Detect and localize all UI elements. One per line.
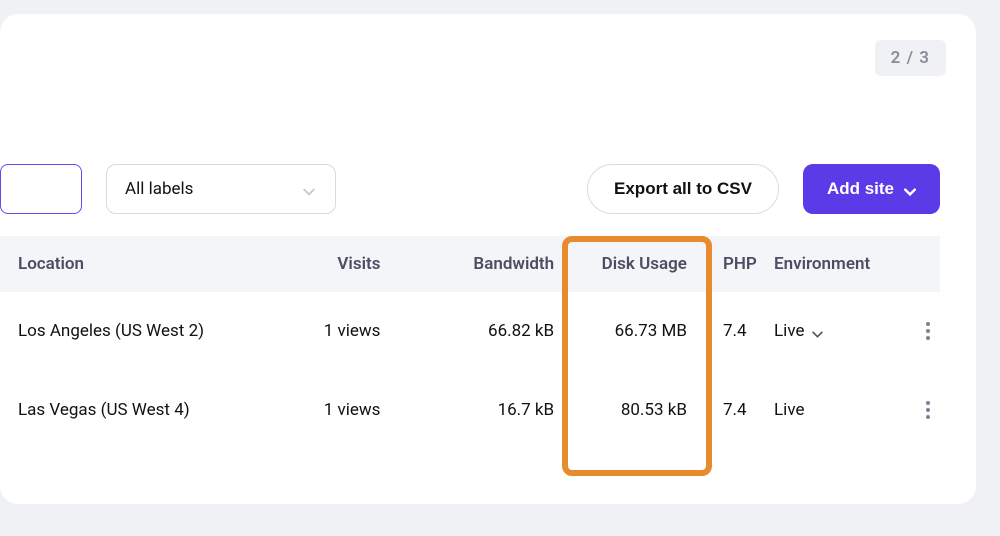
col-visits[interactable]: Visits: [245, 236, 398, 292]
col-env[interactable]: Environment: [756, 236, 899, 292]
add-site-label: Add site: [827, 179, 894, 199]
search-input[interactable]: [0, 164, 82, 214]
chevron-down-icon: [812, 325, 824, 337]
cell-disk: 80.53 kB: [572, 371, 705, 450]
col-location[interactable]: Location: [0, 236, 245, 292]
chevron-down-icon: [904, 183, 916, 195]
cell-visits: 1 views: [245, 371, 398, 450]
cell-visits: 1 views: [245, 292, 398, 371]
cell-php: 7.4: [705, 371, 756, 450]
cell-env[interactable]: Live: [756, 292, 899, 371]
col-php[interactable]: PHP: [705, 236, 756, 292]
row-actions-menu[interactable]: [917, 320, 939, 342]
row-actions-menu[interactable]: [917, 399, 939, 421]
table-row[interactable]: Los Angeles (US West 2) 1 views 66.82 kB…: [0, 292, 940, 371]
cell-bandwidth: 16.7 kB: [398, 371, 572, 450]
env-label: Live: [774, 321, 804, 341]
col-disk[interactable]: Disk Usage: [572, 236, 705, 292]
cell-disk: 66.73 MB: [572, 292, 705, 371]
cell-location: Los Angeles (US West 2): [0, 292, 245, 371]
export-csv-button[interactable]: Export all to CSV: [587, 164, 779, 214]
cell-php: 7.4: [705, 292, 756, 371]
labels-filter-select[interactable]: All labels: [106, 164, 336, 214]
cell-bandwidth: 66.82 kB: [398, 292, 572, 371]
col-bandwidth[interactable]: Bandwidth: [398, 236, 572, 292]
cell-env: Live: [756, 371, 899, 450]
cell-location: Las Vegas (US West 4): [0, 371, 245, 450]
pagination-badge: 2 / 3: [875, 40, 946, 76]
main-panel: 2 / 3 All labels Export all to CSV Add s…: [0, 14, 976, 504]
sites-table: Location Visits Bandwidth Disk Usage PHP…: [0, 236, 940, 504]
add-site-button[interactable]: Add site: [803, 164, 940, 214]
table-row[interactable]: Las Vegas (US West 4) 1 views 16.7 kB 80…: [0, 371, 940, 450]
env-label: Live: [774, 400, 804, 420]
chevron-down-icon: [303, 183, 315, 195]
toolbar-row: All labels Export all to CSV Add site: [0, 164, 940, 214]
labels-filter-label: All labels: [125, 179, 193, 199]
